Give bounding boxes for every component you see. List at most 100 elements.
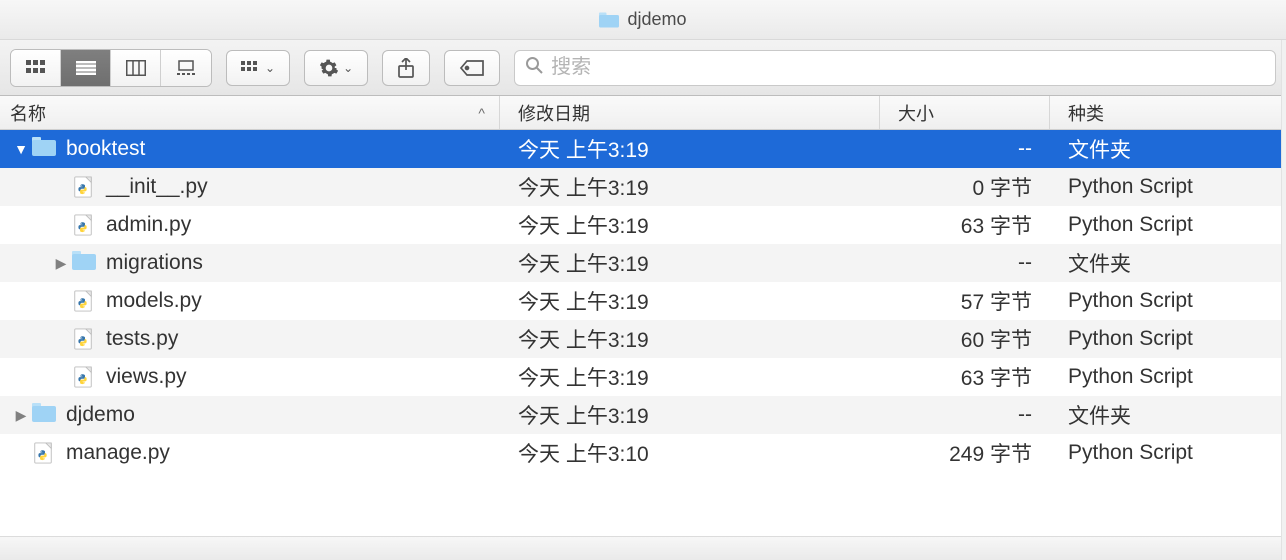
file-name: views.py bbox=[106, 365, 187, 389]
cell-size: 57 字节 bbox=[880, 286, 1050, 316]
cell-date: 今天 上午3:19 bbox=[500, 210, 880, 240]
search-icon bbox=[525, 56, 543, 79]
disclosure-triangle-icon bbox=[50, 331, 72, 347]
cell-size: 249 字节 bbox=[880, 438, 1050, 468]
cell-date: 今天 上午3:19 bbox=[500, 362, 880, 392]
search-input[interactable] bbox=[551, 56, 1265, 79]
table-row[interactable]: ▼ booktest 今天 上午3:19--文件夹 bbox=[0, 130, 1286, 168]
share-icon bbox=[397, 58, 415, 78]
file-name: models.py bbox=[106, 289, 202, 313]
cell-name: views.py bbox=[0, 358, 500, 396]
folder-icon bbox=[32, 137, 56, 161]
cell-kind: 文件夹 bbox=[1050, 134, 1286, 164]
folder-icon bbox=[599, 12, 619, 28]
cell-kind: 文件夹 bbox=[1050, 400, 1286, 430]
file-name: tests.py bbox=[106, 327, 178, 351]
column-header-size[interactable]: 大小 bbox=[880, 96, 1050, 129]
cell-size: -- bbox=[880, 137, 1050, 161]
cell-size: 0 字节 bbox=[880, 172, 1050, 202]
cell-size: -- bbox=[880, 403, 1050, 427]
column-label: 大小 bbox=[898, 100, 934, 126]
disclosure-triangle-icon bbox=[10, 445, 32, 461]
python-file-icon bbox=[72, 213, 96, 237]
view-mode-group bbox=[10, 49, 212, 87]
column-header-date[interactable]: 修改日期 bbox=[500, 96, 880, 129]
search-box[interactable] bbox=[514, 50, 1276, 86]
table-row[interactable]: views.py 今天 上午3:1963 字节Python Script bbox=[0, 358, 1286, 396]
file-name: djdemo bbox=[66, 403, 135, 427]
cell-name: ▼ booktest bbox=[0, 130, 500, 168]
tag-button[interactable] bbox=[444, 50, 500, 86]
table-row[interactable]: models.py今天 上午3:1957 字节Python Script bbox=[0, 282, 1286, 320]
file-name: migrations bbox=[106, 251, 203, 275]
cell-name: admin.py bbox=[0, 206, 500, 244]
cell-name: models.py bbox=[0, 282, 500, 320]
gear-icon bbox=[319, 58, 339, 78]
cell-kind: Python Script bbox=[1050, 441, 1286, 465]
cell-kind: Python Script bbox=[1050, 289, 1286, 313]
view-column-button[interactable] bbox=[111, 50, 161, 86]
cell-kind: Python Script bbox=[1050, 175, 1286, 199]
column-header-name[interactable]: 名称 ^ bbox=[0, 96, 500, 129]
cell-date: 今天 上午3:10 bbox=[500, 438, 880, 468]
cell-kind: Python Script bbox=[1050, 365, 1286, 389]
cell-name: ▶ migrations bbox=[0, 244, 500, 282]
column-label: 种类 bbox=[1068, 100, 1104, 126]
table-row[interactable]: admin.py 今天 上午3:1963 字节Python Script bbox=[0, 206, 1286, 244]
cell-date: 今天 上午3:19 bbox=[500, 248, 880, 278]
cell-date: 今天 上午3:19 bbox=[500, 172, 880, 202]
cell-size: 60 字节 bbox=[880, 324, 1050, 354]
status-bar bbox=[0, 536, 1286, 560]
action-button[interactable]: ⌄ bbox=[304, 50, 368, 86]
table-row[interactable]: manage.py 今天 上午3:10249 字节Python Script bbox=[0, 434, 1286, 472]
disclosure-triangle-icon bbox=[50, 217, 72, 233]
arrange-button[interactable]: ⌄ bbox=[226, 50, 290, 86]
file-name: admin.py bbox=[106, 213, 191, 237]
cell-size: 63 字节 bbox=[880, 210, 1050, 240]
table-row[interactable]: __init__.py 今天 上午3:190 字节Python Script bbox=[0, 168, 1286, 206]
cell-kind: Python Script bbox=[1050, 327, 1286, 351]
sort-indicator-icon: ^ bbox=[478, 105, 485, 121]
disclosure-triangle-icon[interactable]: ▶ bbox=[50, 255, 72, 272]
disclosure-triangle-icon bbox=[50, 293, 72, 309]
column-label: 名称 bbox=[10, 100, 46, 126]
column-header: 名称 ^ 修改日期 大小 种类 bbox=[0, 96, 1286, 130]
column-label: 修改日期 bbox=[518, 100, 590, 126]
disclosure-triangle-icon[interactable]: ▶ bbox=[10, 407, 32, 424]
python-file-icon bbox=[72, 365, 96, 389]
python-file-icon bbox=[72, 327, 96, 351]
view-list-button[interactable] bbox=[61, 50, 111, 86]
toolbar: ⌄ ⌄ bbox=[0, 40, 1286, 96]
tag-icon bbox=[459, 59, 485, 77]
cell-kind: Python Script bbox=[1050, 213, 1286, 237]
file-name: manage.py bbox=[66, 441, 170, 465]
folder-icon bbox=[72, 251, 96, 275]
chevron-down-icon: ⌄ bbox=[265, 61, 275, 75]
table-row[interactable]: ▶ djdemo 今天 上午3:19--文件夹 bbox=[0, 396, 1286, 434]
window-title: djdemo bbox=[627, 9, 686, 30]
cell-name: ▶ djdemo bbox=[0, 396, 500, 434]
view-gallery-button[interactable] bbox=[161, 50, 211, 86]
file-name: __init__.py bbox=[106, 175, 208, 199]
share-button[interactable] bbox=[382, 50, 430, 86]
cell-name: __init__.py bbox=[0, 168, 500, 206]
chevron-down-icon: ⌄ bbox=[343, 61, 353, 75]
table-row[interactable]: tests.py今天 上午3:1960 字节Python Script bbox=[0, 320, 1286, 358]
file-list: ▼booktest今天 上午3:19--文件夹 __init__.py今天 上午… bbox=[0, 130, 1286, 472]
cell-date: 今天 上午3:19 bbox=[500, 400, 880, 430]
cell-date: 今天 上午3:19 bbox=[500, 134, 880, 164]
python-file-icon bbox=[32, 441, 56, 465]
python-file-icon bbox=[72, 289, 96, 313]
cell-kind: 文件夹 bbox=[1050, 248, 1286, 278]
disclosure-triangle-icon bbox=[50, 369, 72, 385]
table-row[interactable]: ▶migrations今天 上午3:19--文件夹 bbox=[0, 244, 1286, 282]
scrollbar-track[interactable] bbox=[1281, 40, 1286, 560]
column-header-kind[interactable]: 种类 bbox=[1050, 96, 1286, 129]
disclosure-triangle-icon[interactable]: ▼ bbox=[10, 141, 32, 157]
python-file-icon bbox=[72, 175, 96, 199]
view-icon-button[interactable] bbox=[11, 50, 61, 86]
file-name: booktest bbox=[66, 137, 145, 161]
cell-name: tests.py bbox=[0, 320, 500, 358]
cell-size: 63 字节 bbox=[880, 362, 1050, 392]
search-container bbox=[514, 50, 1276, 86]
